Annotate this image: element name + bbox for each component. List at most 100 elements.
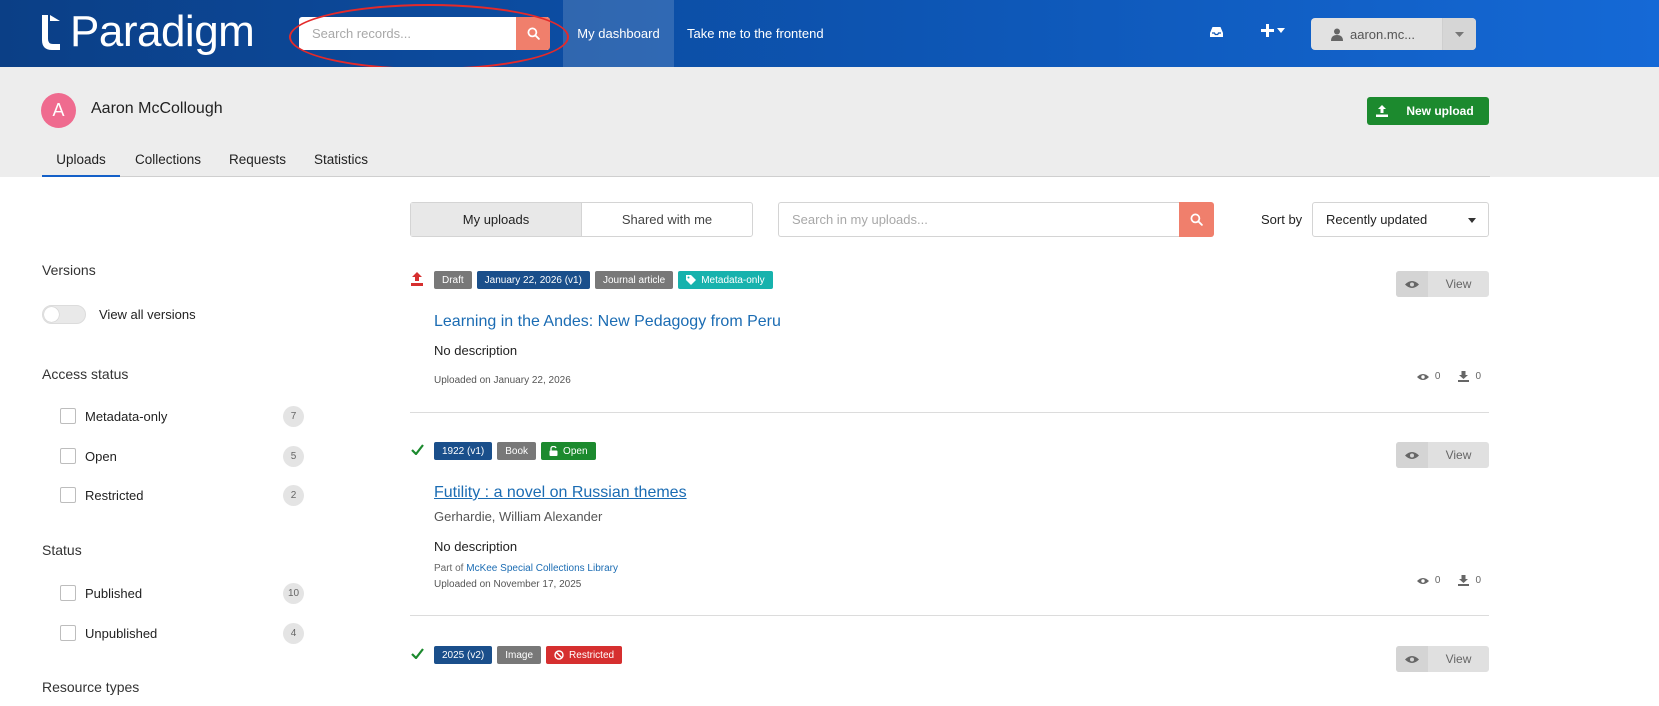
record-badges: 2025 (v2) Image Restricted xyxy=(434,646,623,664)
tab-requests[interactable]: Requests xyxy=(229,142,286,177)
access-badge: Metadata-only xyxy=(678,271,773,289)
eye-icon xyxy=(1405,280,1419,288)
version-badge: January 22, 2026 (v1) xyxy=(476,271,590,289)
checkbox[interactable] xyxy=(60,625,76,641)
nav-frontend-link[interactable]: Take me to the frontend xyxy=(687,0,824,67)
toggle-shared-with-me[interactable]: Shared with me xyxy=(582,203,752,236)
facet-item-restricted[interactable]: Restricted 2 xyxy=(60,484,304,506)
upload-icon xyxy=(1376,105,1388,117)
record-author[interactable]: Gerhardie, William Alexander xyxy=(434,509,602,524)
uploads-scope-toggle: My uploads Shared with me xyxy=(410,202,753,237)
view-button[interactable]: View xyxy=(1396,271,1489,297)
caret-down-icon xyxy=(1455,31,1464,37)
facet-item-label: Published xyxy=(85,585,143,601)
view-all-versions-label: View all versions xyxy=(99,307,196,322)
record-title-link[interactable]: Futility : a novel on Russian themes xyxy=(434,484,687,502)
brand-logo[interactable]: Paradigm xyxy=(40,7,255,56)
checkbox[interactable] xyxy=(60,448,76,464)
record-badges: Draft January 22, 2026 (v1) Journal arti… xyxy=(434,271,773,289)
facet-status-title: Status xyxy=(42,542,82,558)
brand-name: Paradigm xyxy=(70,7,255,56)
facet-versions-title: Versions xyxy=(42,262,96,278)
unlock-icon xyxy=(549,446,558,456)
collection-link[interactable]: McKee Special Collections Library xyxy=(466,563,618,574)
caret-down-icon xyxy=(1468,218,1476,223)
tab-uploads[interactable]: Uploads xyxy=(42,142,120,177)
global-search-button[interactable] xyxy=(516,17,550,50)
version-badge: 2025 (v2) xyxy=(434,646,493,664)
dashboard-tabs: Uploads Collections Requests Statistics xyxy=(42,142,1490,177)
nav-my-dashboard[interactable]: My dashboard xyxy=(563,0,674,67)
avatar: A xyxy=(41,93,76,128)
facet-item-label: Unpublished xyxy=(85,625,158,641)
resource-type-badge: Book xyxy=(497,442,537,460)
profile-name: Aaron McCollough xyxy=(91,100,223,117)
facet-count-badge: 2 xyxy=(283,485,304,506)
paradigm-logo-icon xyxy=(42,15,60,50)
views-count: 0 xyxy=(1434,371,1441,382)
user-label: aaron.mc... xyxy=(1350,26,1416,42)
facet-count-badge: 5 xyxy=(283,446,304,467)
view-all-versions-toggle[interactable] xyxy=(42,305,86,324)
views-count: 0 xyxy=(1434,575,1441,586)
upload-record: 1922 (v1) Book Open View Futility : a no… xyxy=(410,442,1489,616)
uploads-search-button[interactable] xyxy=(1179,202,1214,237)
view-button-label: View xyxy=(1445,652,1472,666)
eye-icon xyxy=(1416,577,1429,584)
new-upload-label: New upload xyxy=(1406,104,1474,118)
new-upload-button[interactable]: New upload xyxy=(1367,97,1489,125)
view-button[interactable]: View xyxy=(1396,646,1489,672)
view-button[interactable]: View xyxy=(1396,442,1489,468)
view-button-label: View xyxy=(1445,277,1472,291)
inbox-icon[interactable] xyxy=(1209,25,1224,39)
toggle-knob xyxy=(44,307,59,322)
eye-icon xyxy=(1405,655,1419,663)
sort-select-value: Recently updated xyxy=(1326,212,1428,227)
sort-select[interactable]: Recently updated xyxy=(1312,202,1489,237)
search-icon xyxy=(1190,213,1203,226)
global-search-input[interactable] xyxy=(299,17,548,50)
toggle-my-uploads[interactable]: My uploads xyxy=(411,203,582,236)
facet-item-label: Restricted xyxy=(85,487,144,503)
plus-icon xyxy=(1261,24,1274,37)
record-title-link[interactable]: Learning in the Andes: New Pedagogy from… xyxy=(434,313,781,331)
top-navbar: Paradigm My dashboard Take me to the fro… xyxy=(0,0,1659,67)
user-menu-button[interactable]: aaron.mc... xyxy=(1311,18,1476,50)
facet-item-open[interactable]: Open 5 xyxy=(60,445,304,467)
status-badge: Draft xyxy=(434,271,472,289)
search-icon xyxy=(527,27,540,40)
access-badge-label: Open xyxy=(563,445,588,457)
download-icon xyxy=(1458,371,1470,382)
upload-record: 2025 (v2) Image Restricted View xyxy=(410,646,1489,706)
view-button-label: View xyxy=(1445,448,1472,462)
checkmark-icon xyxy=(411,444,424,455)
facet-item-published[interactable]: Published 10 xyxy=(60,582,304,604)
record-stats: 0 0 xyxy=(1416,371,1481,382)
access-badge-label: Restricted xyxy=(569,649,615,661)
user-menu-dropdown[interactable] xyxy=(1442,18,1476,50)
facet-item-metadata-only[interactable]: Metadata-only 7 xyxy=(60,405,304,427)
record-part-of: Part of McKee Special Collections Librar… xyxy=(434,563,618,574)
record-description: No description xyxy=(434,539,518,554)
create-menu[interactable] xyxy=(1261,24,1285,37)
version-badge: 1922 (v1) xyxy=(434,442,493,460)
tab-collections[interactable]: Collections xyxy=(135,142,201,177)
facet-resource-types-title: Resource types xyxy=(42,679,140,695)
tab-statistics[interactable]: Statistics xyxy=(314,142,368,177)
checkbox[interactable] xyxy=(60,408,76,424)
access-badge-label: Metadata-only xyxy=(701,274,765,286)
access-badge: Open xyxy=(541,442,596,460)
record-description: No description xyxy=(434,343,518,358)
downloads-count: 0 xyxy=(1475,575,1481,586)
uploads-search-input[interactable] xyxy=(778,202,1179,237)
caret-down-icon xyxy=(1277,28,1285,33)
tag-icon xyxy=(686,275,697,285)
checkmark-icon xyxy=(411,648,424,659)
record-upload-date: Uploaded on January 22, 2026 xyxy=(434,375,571,386)
checkbox[interactable] xyxy=(60,585,76,601)
eye-icon xyxy=(1405,451,1419,459)
facet-count-badge: 4 xyxy=(283,623,304,644)
sort-by-label: Sort by xyxy=(1261,212,1303,227)
checkbox[interactable] xyxy=(60,487,76,503)
facet-item-unpublished[interactable]: Unpublished 4 xyxy=(60,622,304,644)
